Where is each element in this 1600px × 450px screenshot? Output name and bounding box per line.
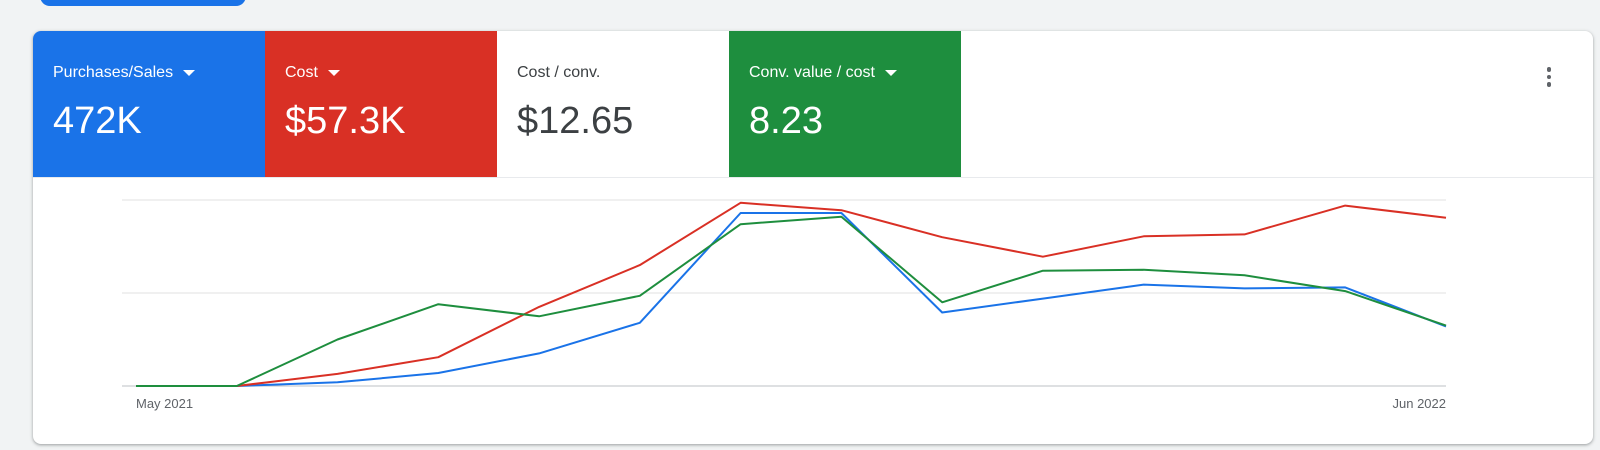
primary-action-button[interactable] — [40, 0, 246, 6]
x-axis-label-start: May 2021 — [136, 396, 193, 411]
x-axis-label-end: Jun 2022 — [1393, 396, 1447, 411]
performance-line-chart: May 2021 Jun 2022 — [122, 199, 1447, 411]
series-line-0 — [136, 212, 1447, 387]
series-line-2 — [136, 215, 1447, 387]
performance-card: Purchases/Sales 472K Cost $57.3K Cost / … — [33, 31, 1593, 444]
series-line-1 — [136, 201, 1447, 387]
